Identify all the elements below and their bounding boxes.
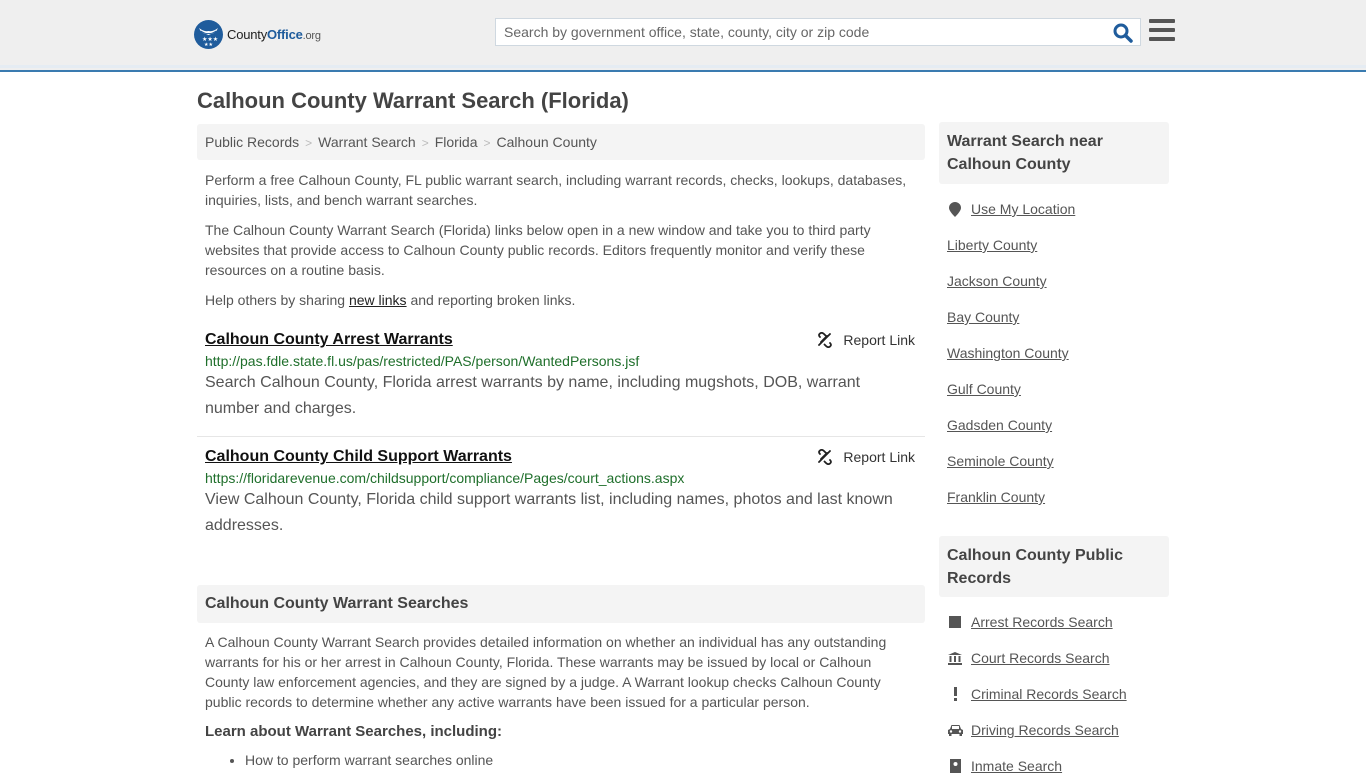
nearby-county-link[interactable]: Washington County xyxy=(947,345,1069,361)
nearby-county-link[interactable]: Seminole County xyxy=(947,453,1054,469)
inmate-search-link[interactable]: Inmate Search xyxy=(947,758,1062,774)
site-header: ★★★ ★★ CountyOffice.org xyxy=(0,0,1366,72)
nearby-county-link[interactable]: Jackson County xyxy=(947,273,1047,289)
id-badge-icon xyxy=(947,758,963,774)
use-my-location-link[interactable]: Use My Location xyxy=(947,201,1075,217)
criminal-records-link[interactable]: Criminal Records Search xyxy=(947,686,1127,702)
search-button[interactable] xyxy=(1112,22,1134,44)
learn-list-item: How to perform warrant searches online xyxy=(245,750,917,770)
result-url[interactable]: https://floridarevenue.com/childsupport/… xyxy=(205,470,917,486)
intro-text: Perform a free Calhoun County, FL public… xyxy=(205,170,917,320)
section-paragraph: A Calhoun County Warrant Search provides… xyxy=(205,634,887,710)
breadcrumb-public-records[interactable]: Public Records xyxy=(205,134,299,150)
logo-text: CountyOffice.org xyxy=(227,27,321,42)
driving-records-link[interactable]: Driving Records Search xyxy=(947,722,1119,738)
result-description: View Calhoun County, Florida child suppo… xyxy=(205,491,893,534)
svg-text:★★: ★★ xyxy=(204,42,213,48)
site-logo[interactable]: ★★★ ★★ CountyOffice.org xyxy=(194,20,321,49)
learn-list: How to perform warrant searches online xyxy=(205,750,917,770)
breadcrumb-separator: > xyxy=(483,136,491,150)
broken-link-icon xyxy=(818,449,833,465)
nearby-county-link[interactable]: Gadsden County xyxy=(947,417,1052,433)
page-title: Calhoun County Warrant Search (Florida) xyxy=(197,88,629,113)
result-description: Search Calhoun County, Florida arrest wa… xyxy=(205,374,861,417)
breadcrumb-florida[interactable]: Florida xyxy=(435,134,478,150)
breadcrumb-separator: > xyxy=(421,136,429,150)
hamburger-menu-icon[interactable] xyxy=(1149,19,1175,43)
eagle-logo-icon: ★★★ ★★ xyxy=(194,20,223,49)
broken-link-icon xyxy=(818,332,833,348)
map-marker-icon xyxy=(947,201,963,217)
report-link-button[interactable]: Report Link xyxy=(817,449,915,465)
result-item: Calhoun County Arrest Warrants http://pa… xyxy=(197,328,925,437)
result-item: Calhoun County Child Support Warrants ht… xyxy=(197,445,925,539)
section-heading: Calhoun County Warrant Searches xyxy=(197,585,925,623)
section-body: A Calhoun County Warrant Search provides… xyxy=(205,632,917,770)
nearby-heading: Warrant Search near Calhoun County xyxy=(939,122,1169,184)
breadcrumb: Public Records > Warrant Search > Florida > Ca… xyxy=(197,124,925,160)
arrest-records-link[interactable]: Arrest Records Search xyxy=(947,614,1113,630)
breadcrumb-current: Calhoun County xyxy=(496,134,597,150)
breadcrumb-separator: > xyxy=(305,136,313,150)
exclamation-icon xyxy=(947,686,963,702)
new-links-link[interactable]: new links xyxy=(349,292,407,308)
car-icon xyxy=(947,722,963,738)
result-title-link[interactable]: Calhoun County Arrest Warrants xyxy=(205,331,453,349)
nearby-county-link[interactable]: Gulf County xyxy=(947,381,1021,397)
site-search xyxy=(495,18,1141,46)
nearby-county-link[interactable]: Bay County xyxy=(947,309,1019,325)
result-title-link[interactable]: Calhoun County Child Support Warrants xyxy=(205,448,512,466)
nearby-county-link[interactable]: Franklin County xyxy=(947,489,1045,505)
public-records-heading: Calhoun County Public Records xyxy=(939,536,1169,597)
report-link-button[interactable]: Report Link xyxy=(817,332,915,348)
breadcrumb-warrant-search[interactable]: Warrant Search xyxy=(318,134,416,150)
learn-heading: Learn about Warrant Searches, including: xyxy=(205,723,502,740)
nearby-county-link[interactable]: Liberty County xyxy=(947,237,1037,253)
search-icon xyxy=(1113,23,1133,43)
court-records-link[interactable]: Court Records Search xyxy=(947,650,1110,666)
intro-paragraph-2: The Calhoun County Warrant Search (Flori… xyxy=(205,222,871,278)
book-icon xyxy=(947,614,963,630)
search-input[interactable] xyxy=(496,19,1096,45)
intro-paragraph-3: Help others by sharing new links and rep… xyxy=(205,292,576,308)
result-url[interactable]: http://pas.fdle.state.fl.us/pas/restrict… xyxy=(205,353,917,369)
intro-paragraph-1: Perform a free Calhoun County, FL public… xyxy=(205,172,907,208)
courthouse-icon xyxy=(947,650,963,666)
